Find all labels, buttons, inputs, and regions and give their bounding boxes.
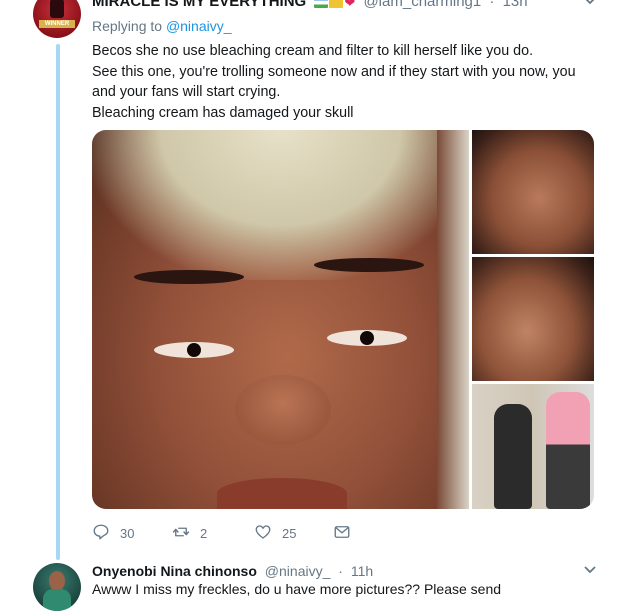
photo-thumb-2[interactable] — [472, 257, 594, 381]
replying-to: Replying to @ninaivy_ — [92, 18, 232, 34]
replying-label: Replying to — [92, 18, 163, 34]
reply-button[interactable]: 30 — [92, 523, 134, 544]
chevron-down-icon[interactable] — [582, 561, 598, 582]
retweet-count: 2 — [200, 526, 208, 541]
tweet-time[interactable]: 13h — [503, 0, 528, 10]
avatar[interactable] — [33, 563, 81, 611]
separator-dot: · — [338, 563, 343, 579]
tweet-text: Awww I miss my freckles, do u have more … — [92, 581, 502, 597]
tweet-header: Onyenobi Nina chinonso @ninaivy_ · 11h — [92, 563, 373, 579]
photo-person — [546, 392, 590, 509]
tweet-line: Bleaching cream has damaged your skull — [92, 104, 354, 121]
photo-main[interactable] — [92, 130, 469, 509]
separator-dot: · — [489, 0, 495, 10]
dm-icon — [333, 523, 361, 544]
photo-eye — [154, 342, 234, 358]
display-name[interactable]: Onyenobi Nina chinonso — [92, 563, 257, 579]
avatar-face — [49, 571, 65, 591]
dm-button[interactable] — [333, 523, 361, 544]
photo-brow — [314, 258, 424, 272]
reply-count: 30 — [120, 526, 135, 541]
heart-emoji-icon: ❤ — [344, 0, 356, 10]
user-handle[interactable]: @ninaivy_ — [265, 563, 331, 579]
tweet-header: MIRACLE IS MY EVERYTHING ❤ @iam_charming… — [92, 0, 528, 11]
photo-thumb-3[interactable] — [472, 384, 594, 509]
like-icon — [254, 523, 282, 544]
photo-nose — [235, 375, 331, 445]
thread-line — [56, 44, 60, 560]
photo-mouth — [217, 478, 347, 509]
replying-to-link[interactable]: @ninaivy_ — [166, 18, 232, 34]
avatar[interactable]: WINNER — [33, 0, 81, 38]
user-handle[interactable]: @iam_charming1 — [363, 0, 481, 10]
like-button[interactable]: 25 — [254, 523, 296, 544]
name-emojis: ❤ — [314, 0, 355, 11]
photo-background — [437, 130, 469, 509]
chevron-down-icon[interactable] — [582, 0, 598, 13]
photo-hair — [92, 130, 469, 280]
tweet-text: Becos she no use bleaching cream and fil… — [92, 41, 592, 123]
media-grid — [92, 130, 594, 509]
avatar-banner: WINNER — [39, 20, 75, 28]
avatar-figure — [50, 0, 64, 18]
reply-icon — [92, 523, 120, 544]
retweet-icon — [172, 523, 200, 544]
display-name[interactable]: MIRACLE IS MY EVERYTHING — [92, 0, 306, 10]
like-count: 25 — [282, 526, 297, 541]
tweet-line: Becos she no use bleaching cream and fil… — [92, 43, 534, 59]
photo-thumb-1[interactable] — [472, 130, 594, 254]
tweet-line: See this one, you're trolling someone no… — [92, 63, 576, 101]
tweet-time[interactable]: 11h — [351, 563, 373, 579]
flag-emoji-icon — [314, 0, 329, 9]
badge-emoji-icon — [329, 0, 344, 9]
photo-person — [494, 404, 532, 509]
photo-eye — [327, 330, 407, 346]
retweet-button[interactable]: 2 — [172, 523, 207, 544]
photo-brow — [134, 270, 244, 284]
